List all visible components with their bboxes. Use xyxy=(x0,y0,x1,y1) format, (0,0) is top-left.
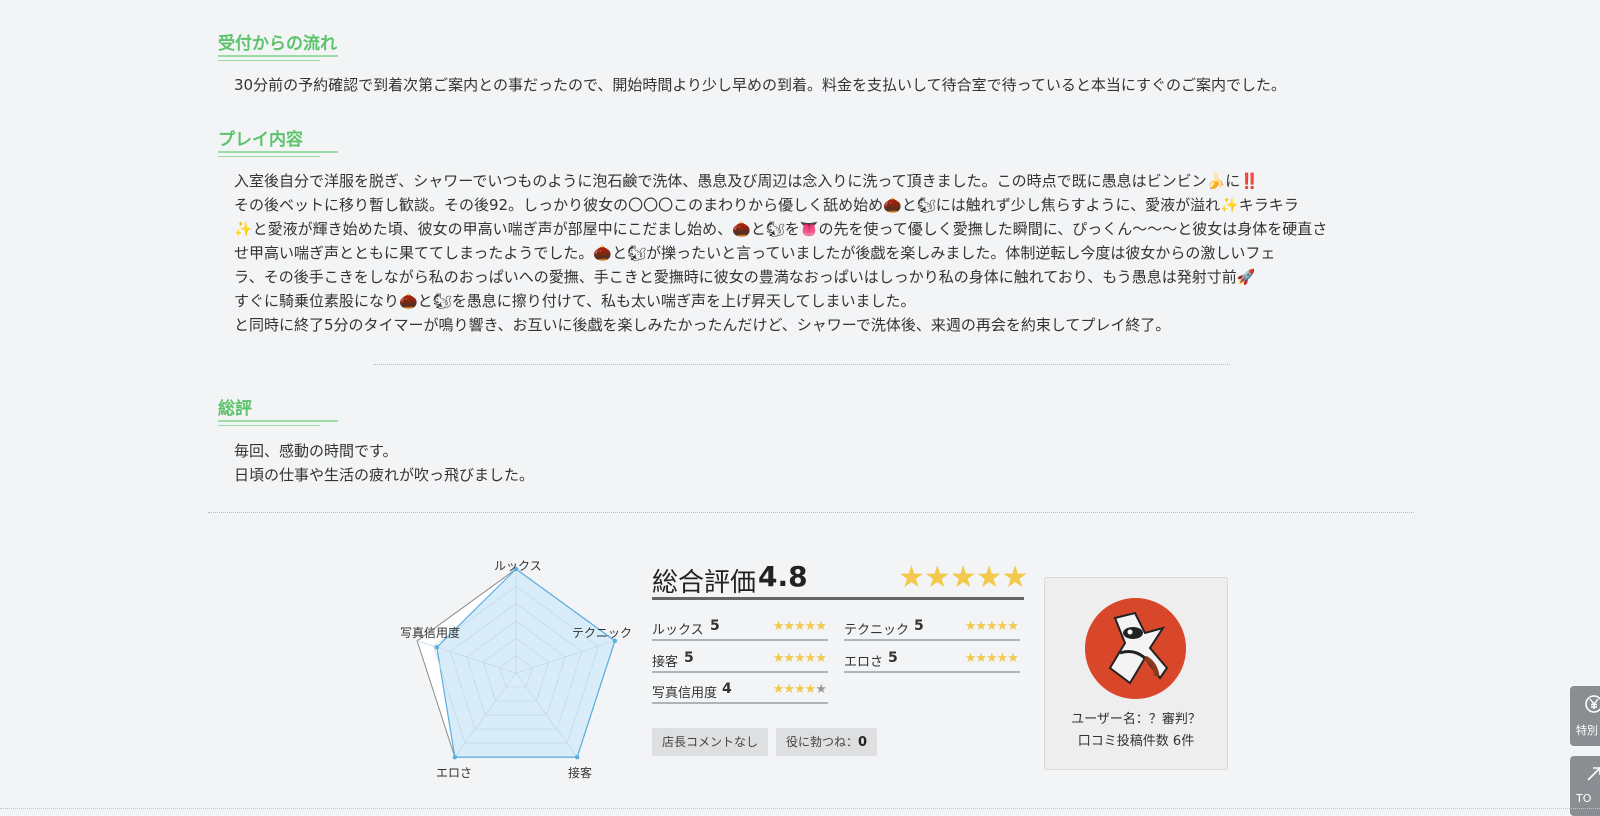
rating-underline xyxy=(652,671,828,673)
radar-point xyxy=(452,754,458,760)
radar-chart-svg xyxy=(416,566,618,760)
helpful-button[interactable]: 役に勃つね：0 xyxy=(776,728,878,756)
side-top-button[interactable]: TO xyxy=(1570,756,1600,816)
side-special-button[interactable]: 特別 xyxy=(1570,686,1600,746)
section-heading-summary-text: 総評 xyxy=(218,399,252,419)
stars-on: ★★★★★ xyxy=(772,619,827,634)
rating-name: エロさ xyxy=(844,655,884,670)
rating-stars: ★★★★★ xyxy=(772,651,827,666)
overall-label: 総合評価 xyxy=(652,568,757,598)
rating-erotic: エロさ 5 ★★★★★ xyxy=(844,649,1020,673)
helpful-label: 役に勃つね： xyxy=(786,735,859,749)
rating-score: 5 xyxy=(684,650,694,666)
overall-score: 4.8 xyxy=(758,560,808,593)
heading-underline xyxy=(218,60,320,61)
user-name: ユーザー名：？審判？ xyxy=(1071,712,1201,727)
overall-rating: 総合評価 4.8 ★★★★★ xyxy=(652,560,1028,598)
rating-name: 写真信用度 xyxy=(652,686,718,701)
section-heading-summary: 総評 xyxy=(218,394,338,426)
radar-label-erotic: エロさ xyxy=(436,766,473,780)
rating-underline xyxy=(844,639,1020,641)
rating-score: 4 xyxy=(722,681,732,697)
heading-underline xyxy=(218,151,338,153)
rating-technique: テクニック 5 ★★★★★ xyxy=(844,617,1020,641)
rating-underline xyxy=(844,671,1020,673)
summary-text: 毎回、感動の時間です。 日頃の仕事や生活の疲れが吹っ飛びました。 xyxy=(234,439,1384,487)
rating-photo: 写真信用度 4 ★★★★★ xyxy=(652,680,828,704)
rating-score: 5 xyxy=(914,618,924,634)
flow-text: 30分前の予約確認で到着次第ご案内との事だったので、開始時間より少し早めの到着。… xyxy=(234,73,1384,97)
manager-comment-text: 店長コメントなし xyxy=(662,735,759,749)
rating-name: テクニック xyxy=(844,623,910,638)
stars-on: ★★★★★ xyxy=(964,651,1019,666)
divider xyxy=(374,364,1230,365)
text-line: 毎回、感動の時間です。 xyxy=(234,442,398,460)
stars-on: ★★★★★ xyxy=(964,619,1019,634)
radar-label-service: 接客 xyxy=(568,766,593,780)
rating-underline xyxy=(652,639,828,641)
user-post-count: 口コミ投稿件数 6件 xyxy=(1077,734,1195,749)
avatar xyxy=(1085,598,1186,699)
helpful-count: 0 xyxy=(858,735,868,750)
text-line: その後ベットに移り暫し歓談。その後92。しっかり彼女の〇〇〇このまわりから優しく… xyxy=(234,196,1299,214)
user-card[interactable]: ユーザー名：？審判？ 口コミ投稿件数 6件 xyxy=(1044,577,1228,770)
section-heading-play: プレイ内容 xyxy=(218,125,338,157)
heading-underline xyxy=(218,156,320,157)
section-heading-flow: 受付からの流れ xyxy=(218,29,338,61)
heading-underline xyxy=(218,55,338,57)
text-line: と同時に終了5分のタイマーが鳴り響き、お互いに後戯を楽しみたかったんだけど、シャ… xyxy=(234,316,1171,334)
overall-underline xyxy=(652,597,1024,600)
rating-score: 5 xyxy=(888,650,898,666)
rating-stars: ★★★★★ xyxy=(772,619,827,634)
text-line: ラ、その後手こきをしながら私のおっぱいへの愛撫、手こきと愛撫時に彼女の豊満なおっ… xyxy=(234,268,1256,286)
section-heading-play-text: プレイ内容 xyxy=(218,130,303,150)
arrow-up-icon xyxy=(1587,767,1600,781)
text-line: ✨と愛液が輝き始めた頃、彼女の甲高い喘ぎ声が部屋中にこだまし始め、🌰と🐿を👅の先… xyxy=(234,220,1328,238)
rating-name: 接客 xyxy=(652,655,679,670)
text-line: 日頃の仕事や生活の疲れが吹っ飛びました。 xyxy=(234,466,535,484)
rating-stars: ★★★★★ xyxy=(964,651,1019,666)
rating-stars: ★★★★★ xyxy=(772,682,827,697)
rating-name: ルックス xyxy=(652,623,704,638)
rating-score: 5 xyxy=(710,618,720,634)
rating-underline xyxy=(652,702,828,704)
yen-circle-icon xyxy=(1585,695,1600,713)
rating-looks: ルックス 5 ★★★★★ xyxy=(652,617,828,641)
divider xyxy=(0,808,1600,809)
text-line: すぐに騎乗位素股になり🌰と🐿を愚息に擦り付けて、私も太い喘ぎ声を上げ昇天してしま… xyxy=(234,292,916,310)
radar-label-looks: ルックス xyxy=(494,559,542,573)
text-line: せ甲高い喘ぎ声とともに果ててしまったようでした。🌰と🐿が擽ったいと言っていました… xyxy=(234,244,1276,262)
side-top-label: TO xyxy=(1576,792,1592,805)
stars-off: ★ xyxy=(815,682,827,697)
text-line: 30分前の予約確認で到着次第ご案内との事だったので、開始時間より少し早めの到着。… xyxy=(234,76,1286,94)
radar-point xyxy=(574,754,580,760)
radar-chart: ルックス テクニック 接客 エロさ 写真信用度 xyxy=(396,555,636,785)
divider xyxy=(208,512,1414,513)
section-heading-flow-text: 受付からの流れ xyxy=(218,34,337,54)
manager-comment-tag: 店長コメントなし xyxy=(652,728,769,756)
rating-stars: ★★★★★ xyxy=(964,619,1019,634)
avatar-character-icon xyxy=(1085,598,1186,699)
heading-underline xyxy=(218,420,338,422)
stars-on: ★★★★★ xyxy=(772,651,827,666)
side-special-label: 特別 xyxy=(1576,724,1598,737)
play-text: 入室後自分で洋服を脱ぎ、シャワーでいつものように泡石鹸で洗体、愚息及び周辺は念入… xyxy=(234,169,1384,337)
stars-on: ★★★★ xyxy=(772,682,817,697)
heading-underline xyxy=(218,425,320,426)
text-line: 入室後自分で洋服を脱ぎ、シャワーでいつものように泡石鹸で洗体、愚息及び周辺は念入… xyxy=(234,172,1259,190)
overall-stars: ★★★★★ xyxy=(898,560,1028,595)
radar-label-technique: テクニック xyxy=(572,626,633,640)
rating-service: 接客 5 ★★★★★ xyxy=(652,649,828,673)
radar-point xyxy=(434,645,440,650)
radar-label-photo: 写真信用度 xyxy=(400,626,461,640)
